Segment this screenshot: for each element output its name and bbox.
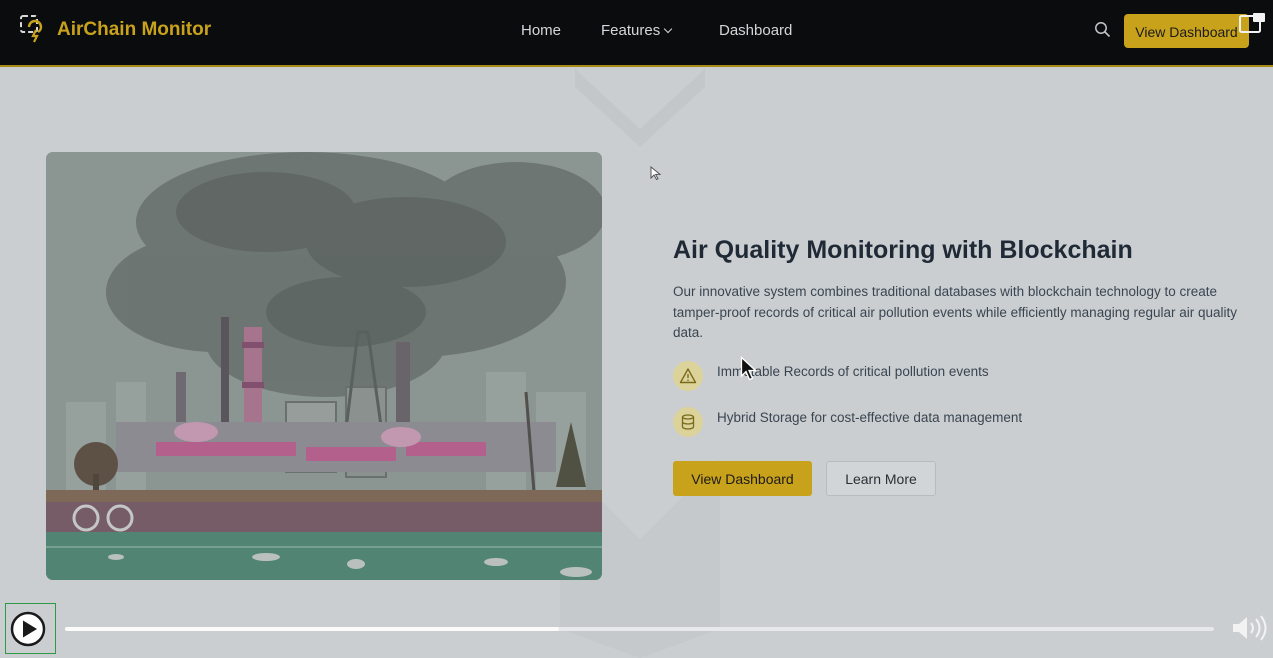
nav-view-dashboard-button[interactable]: View Dashboard — [1124, 14, 1249, 48]
database-icon — [673, 407, 703, 437]
chevron-down-icon — [663, 24, 673, 34]
video-progress-bar[interactable] — [65, 627, 1214, 631]
mouse-pointer-icon — [650, 166, 662, 180]
feature-text: Hybrid Storage for cost-effective data m… — [717, 409, 1023, 425]
top-navbar: AirChain Monitor Home Features Dashboard… — [0, 0, 1273, 67]
video-progress-fill — [65, 627, 560, 631]
nav-features-dropdown[interactable]: Features — [601, 22, 673, 39]
search-icon[interactable] — [1094, 21, 1111, 38]
mouse-cursor-icon — [740, 356, 758, 381]
play-icon[interactable] — [10, 611, 46, 647]
feature-immutable-records: Immutable Records of critical pollution … — [673, 361, 989, 391]
hero-section: Air Quality Monitoring with Blockchain O… — [0, 69, 1273, 658]
nav-dashboard[interactable]: Dashboard — [719, 22, 792, 39]
feature-hybrid-storage: Hybrid Storage for cost-effective data m… — [673, 407, 1022, 437]
hero-heading: Air Quality Monitoring with Blockchain — [673, 236, 1133, 264]
popout-window-icon[interactable] — [1238, 12, 1266, 36]
industrial-pollution-illustration — [46, 152, 602, 580]
warning-icon — [673, 361, 703, 391]
nav-features-label: Features — [601, 22, 661, 39]
pollution-scene — [46, 152, 602, 580]
volume-icon[interactable] — [1230, 613, 1270, 643]
learn-more-button[interactable]: Learn More — [826, 461, 936, 496]
nav-home[interactable]: Home — [521, 22, 561, 39]
brand-name[interactable]: AirChain Monitor — [57, 19, 211, 41]
hero-description: Our innovative system combines tradition… — [673, 284, 1238, 340]
chain-lightning-logo-icon[interactable] — [18, 13, 50, 45]
view-dashboard-button[interactable]: View Dashboard — [673, 461, 812, 496]
